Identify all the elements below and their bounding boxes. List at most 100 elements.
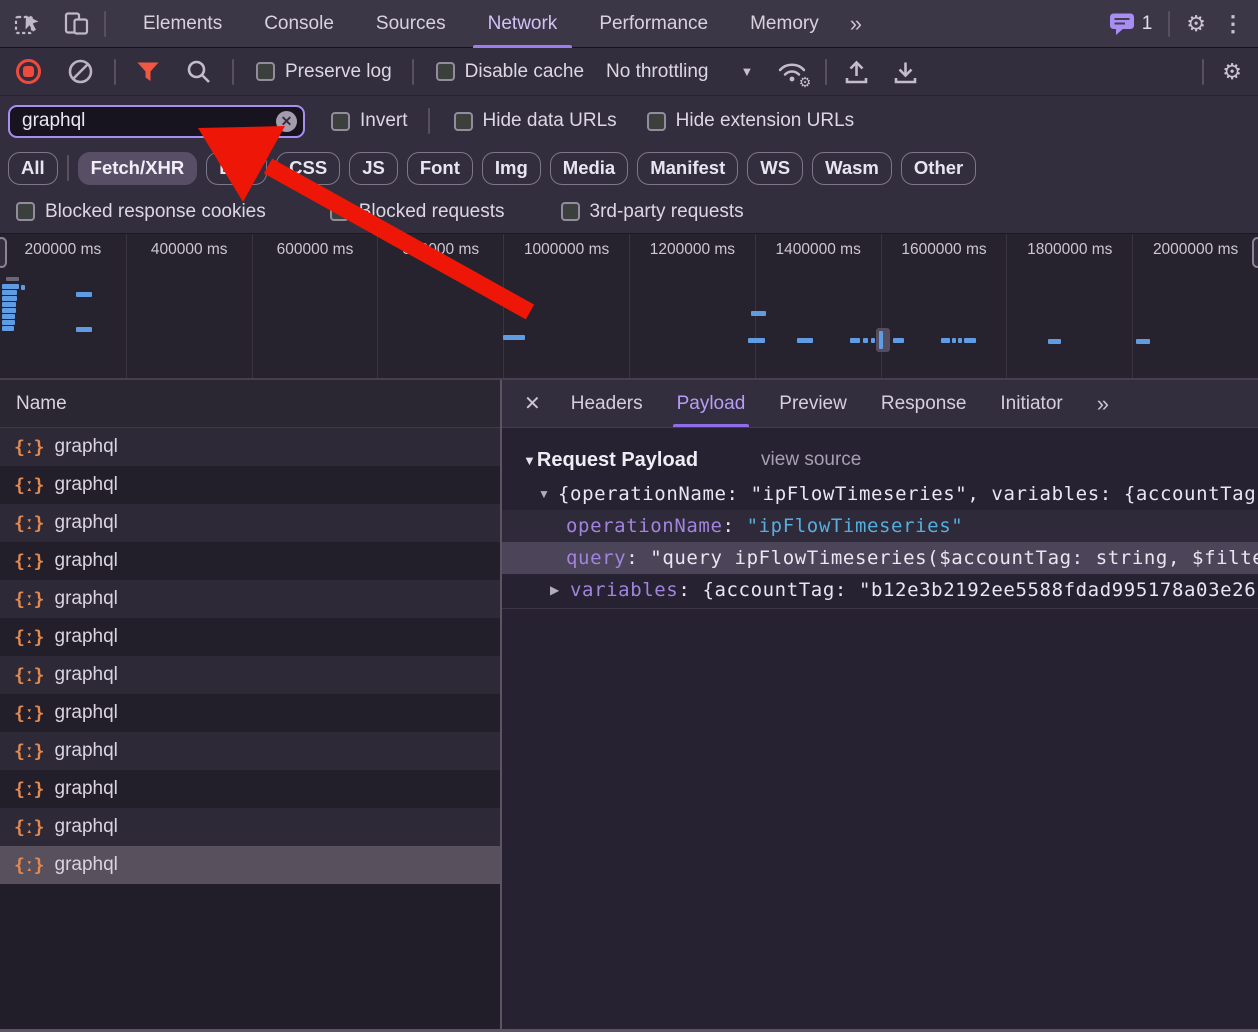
timeline-tick-label: 1400000 ms [776,241,861,378]
filter-input-wrap: ✕ [8,105,305,138]
requests-pane: Name {ː}graphql{ː}graphql{ː}graphql{ː}gr… [0,380,500,1032]
colon: : [723,515,747,537]
details-tab-headers[interactable]: Headers [571,380,643,427]
chip-ws[interactable]: WS [747,152,803,185]
preserve-log-checkbox[interactable] [256,62,275,81]
blocked-response-cookies-checkbox[interactable] [16,202,35,221]
network-request-row[interactable]: {ː}graphql [0,618,500,656]
chip-img[interactable]: Img [482,152,541,185]
tab-console[interactable]: Console [243,0,355,48]
details-more-tabs-chevron[interactable]: » [1097,380,1107,427]
divider [1202,59,1204,85]
network-request-row[interactable]: {ː}graphql [0,580,500,618]
overview-left-grip[interactable] [0,237,7,268]
record-network-log-button[interactable] [16,59,41,84]
expand-triangle-icon[interactable]: ▼ [538,487,558,501]
network-request-row[interactable]: {ː}graphql [0,428,500,466]
timeline-tick-label: 800000 ms [402,241,479,378]
details-tab-preview[interactable]: Preview [779,380,847,427]
network-request-row[interactable]: {ː}graphql [0,732,500,770]
details-tab-initiator[interactable]: Initiator [1000,380,1062,427]
filter-input[interactable] [10,110,303,132]
network-request-row[interactable]: {ː}graphql [0,846,500,884]
chip-js[interactable]: JS [349,152,398,185]
network-settings-gear-icon[interactable]: ⚙ [1222,61,1242,83]
view-source-link[interactable]: view source [761,449,861,471]
import-har-icon[interactable] [843,59,870,85]
option-group: Blocked requests [330,201,505,223]
hide-data-urls-checkbox[interactable] [454,112,473,131]
chip-font[interactable]: Font [407,152,473,185]
network-toolbar: Preserve log Disable cache No throttling… [0,48,1258,96]
chip-other[interactable]: Other [901,152,976,185]
details-tab-response[interactable]: Response [881,380,967,427]
timeline-column: 800000 ms [377,234,503,378]
chip-all[interactable]: All [8,152,58,185]
network-request-row[interactable]: {ː}graphql [0,656,500,694]
more-tabs-chevron[interactable]: » [840,11,870,37]
fetch-xhr-icon: {ː} [14,817,44,838]
3rd-party-requests-checkbox[interactable] [561,202,580,221]
search-icon[interactable] [186,59,212,85]
network-request-row[interactable]: {ː}graphql [0,542,500,580]
colon: : [626,547,650,569]
overview-right-grip[interactable] [1252,237,1258,268]
divider [232,59,234,85]
filter-funnel-icon[interactable] [136,61,160,83]
more-options-icon[interactable]: ⋮ [1222,13,1244,35]
tab-performance[interactable]: Performance [578,0,729,48]
chip-doc[interactable]: Doc [206,152,267,185]
settings-gear-icon[interactable]: ⚙ [1186,13,1206,35]
clear-network-log-button[interactable] [67,58,94,85]
devtools-window: ElementsConsoleSourcesNetworkPerformance… [0,0,1258,1032]
network-conditions-icon[interactable]: ⚙ [777,59,807,85]
details-tab-payload[interactable]: Payload [677,380,746,427]
request-name: graphql [55,854,118,876]
timeline-activity-mark [748,338,765,343]
chip-media[interactable]: Media [550,152,628,185]
payload-entry-query[interactable]: query: "query ipFlowTimeseries($accountT… [502,542,1258,574]
issues-message-icon[interactable]: 1 [1109,11,1153,36]
disable-cache-checkbox[interactable] [436,62,455,81]
hide-extension-urls-checkbox[interactable] [647,112,666,131]
invert-checkbox[interactable] [331,112,350,131]
request-name: graphql [55,474,118,496]
inspect-element-icon[interactable] [14,10,41,37]
network-overview-timeline[interactable]: 200000 ms400000 ms600000 ms800000 ms1000… [0,234,1258,380]
expand-triangle-icon[interactable]: ▶ [550,583,570,597]
export-har-icon[interactable] [892,59,919,85]
clear-filter-icon[interactable]: ✕ [276,111,297,132]
device-toolbar-icon[interactable] [63,10,90,37]
payload-entry-operationName[interactable]: operationName: "ipFlowTimeseries" [502,510,1258,542]
tab-sources[interactable]: Sources [355,0,467,48]
payload-preview-line[interactable]: ▼{operationName: "ipFlowTimeseries", var… [502,478,1258,510]
payload-entry-variables[interactable]: ▶variables: {accountTag: "b12e3b2192ee55… [502,574,1258,606]
network-request-row[interactable]: {ː}graphql [0,808,500,846]
close-details-icon[interactable]: ✕ [524,380,541,427]
collapse-triangle-icon[interactable]: ▼ [523,453,536,468]
network-filter-row: ✕ Invert Hide data URLs Hide extension U… [0,96,1258,146]
tab-network[interactable]: Network [467,0,579,48]
throttling-value: No throttling [606,61,708,83]
network-request-row[interactable]: {ː}graphql [0,504,500,542]
name-column-header[interactable]: Name [0,380,500,428]
blocked-requests-checkbox[interactable] [330,202,349,221]
chip-css[interactable]: CSS [276,152,340,185]
timeline-activity-mark [863,338,868,343]
chip-wasm[interactable]: Wasm [812,152,892,185]
timeline-activity-mark [893,338,904,343]
timeline-activity-mark [2,326,14,331]
network-request-row[interactable]: {ː}graphql [0,466,500,504]
tab-elements[interactable]: Elements [122,0,243,48]
resource-type-chips: All Fetch/XHRDoc CSS JS Font Img Media Manifest… [0,146,1258,190]
timeline-activity-mark [6,277,19,281]
tab-memory[interactable]: Memory [729,0,840,48]
payload-key: operationName [566,515,723,537]
chip-fetch-xhr[interactable]: Fetch/XHR [78,152,198,185]
request-name: graphql [55,436,118,458]
chip-manifest[interactable]: Manifest [637,152,738,185]
network-request-row[interactable]: {ː}graphql [0,770,500,808]
network-request-row[interactable]: {ː}graphql [0,694,500,732]
timeline-activity-mark [2,302,16,307]
throttling-dropdown[interactable]: No throttling ▼ [606,61,753,83]
